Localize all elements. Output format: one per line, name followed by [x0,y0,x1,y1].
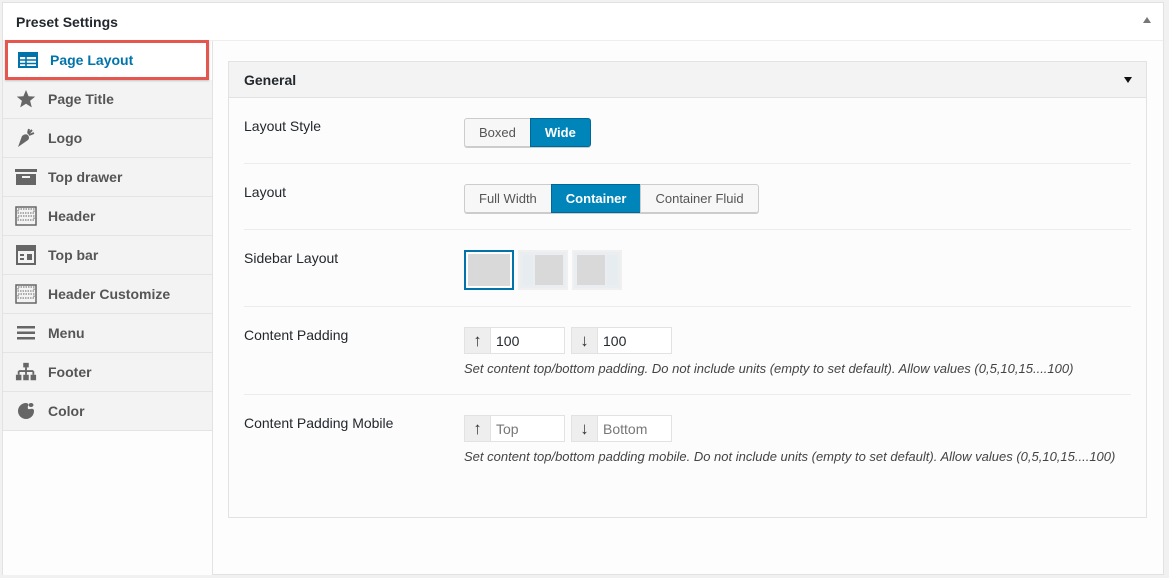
sidebar-item-logo[interactable]: Logo [3,119,212,158]
arrow-down-icon: ↓ [571,415,597,442]
panel-header: Preset Settings [3,3,1163,41]
sidebar-item-top-drawer[interactable]: Top drawer [3,158,212,197]
header-rows-icon [15,205,37,227]
sidebar-layout-row: Sidebar Layout [244,230,1131,307]
preset-settings-panel: Preset Settings Page Layout Page Title L… [2,2,1164,575]
archive-box-icon [15,166,37,188]
layout-container-fluid-button[interactable]: Container Fluid [640,184,759,213]
section-title: General [244,71,297,88]
general-section: General Layout Style Boxed Wide Layout F… [228,61,1147,518]
content-area-shape [577,255,605,285]
carrot-icon [15,127,37,149]
content-area-shape [468,254,510,286]
sidebar-item-page-layout[interactable]: Page Layout [5,40,209,80]
layout-style-button-group: Boxed Wide [464,118,591,147]
sidebar-item-page-title[interactable]: Page Title [3,80,212,119]
mobile-padding-bottom-input[interactable] [597,415,672,442]
section-header[interactable]: General [229,62,1146,98]
sidebar-layout-right-option[interactable] [572,250,622,290]
padding-bottom-input[interactable] [597,327,672,354]
sidebar-layout-none-option[interactable] [464,250,514,290]
layout-style-boxed-button[interactable]: Boxed [464,118,531,147]
layout-style-wide-button[interactable]: Wide [529,118,591,147]
layout-full-width-button[interactable]: Full Width [464,184,552,213]
mobile-padding-top-input[interactable] [490,415,565,442]
sidebar-item-label: Top bar [48,247,99,263]
content-area-shape [535,255,563,285]
content-padding-description: Set content top/bottom padding. Do not i… [464,361,1074,376]
content-padding-mobile-label: Content Padding Mobile [244,415,394,431]
sidebar-item-label: Footer [48,364,92,380]
sidebar-item-label: Menu [48,325,85,341]
mobile-padding-bottom-field: ↓ [571,415,672,442]
triangle-down-icon[interactable] [1124,77,1132,83]
arrow-up-icon: ↑ [464,327,490,354]
sidebar-item-menu[interactable]: Menu [3,314,212,353]
sidebar-item-label: Page Layout [50,52,134,68]
arrow-down-icon: ↓ [571,327,597,354]
header-rows-icon [15,283,37,305]
content-padding-label: Content Padding [244,327,349,343]
sidebar-area-shape [523,255,533,285]
sitemap-icon [15,361,37,383]
sidebar-item-label: Header [48,208,96,224]
settings-content: General Layout Style Boxed Wide Layout F… [228,61,1147,518]
layout-label: Layout [244,184,287,200]
layout-button-group: Full Width Container Container Fluid [464,184,759,213]
table-layout-icon [17,49,39,71]
layout-style-label: Layout Style [244,118,322,134]
hamburger-menu-icon [15,322,37,344]
content-padding-row: Content Padding ↑ ↓ Set c [244,307,1131,395]
sidebar-layout-left-option[interactable] [518,250,568,290]
panel-title: Preset Settings [16,13,118,30]
arrow-up-icon: ↑ [464,415,490,442]
palette-icon [15,400,37,422]
settings-sidebar: Page Layout Page Title Logo Top drawer H… [3,40,213,575]
content-padding-mobile-description: Set content top/bottom padding mobile. D… [464,449,1116,464]
sidebar-item-label: Logo [48,130,83,146]
padding-top-input[interactable] [490,327,565,354]
mobile-padding-top-field: ↑ [464,415,565,442]
sidebar-item-label: Page Title [48,91,114,107]
content-padding-mobile-row: Content Padding Mobile ↑ ↓ [244,395,1131,482]
sidebar-item-footer[interactable]: Footer [3,353,212,392]
triangle-up-icon[interactable] [1143,17,1151,23]
sidebar-item-label: Header Customize [48,286,171,302]
sidebar-item-label: Top drawer [48,169,123,185]
padding-top-field: ↑ [464,327,565,354]
sidebar-item-top-bar[interactable]: Top bar [3,236,212,275]
layout-style-row: Layout Style Boxed Wide [244,98,1131,164]
top-bar-grid-icon [15,244,37,266]
sidebar-item-color[interactable]: Color [3,392,212,431]
sidebar-item-label: Color [48,403,85,419]
sidebar-item-header[interactable]: Header [3,197,212,236]
star-icon [15,88,37,110]
sidebar-area-shape [607,255,617,285]
layout-row: Layout Full Width Container Container Fl… [244,164,1131,230]
padding-bottom-field: ↓ [571,327,672,354]
layout-container-button[interactable]: Container [550,184,642,213]
sidebar-layout-label: Sidebar Layout [244,250,339,266]
sidebar-item-header-customize[interactable]: Header Customize [3,275,212,314]
